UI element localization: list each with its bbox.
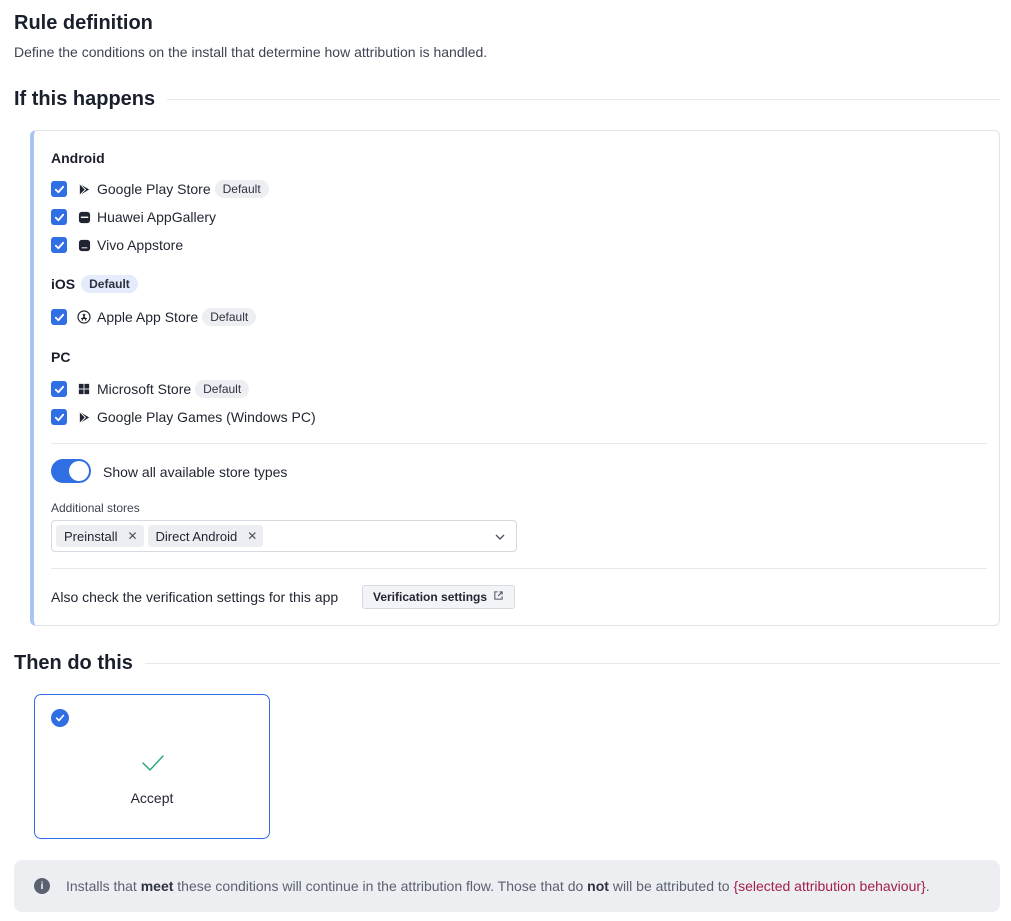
store-row-google-play: Google Play Store Default — [51, 179, 269, 199]
conditions-card: Android Google Play Store Default Huawei… — [30, 130, 1000, 626]
store-label: Apple App Store — [97, 309, 199, 325]
vivo-icon — [77, 238, 91, 252]
store-label: Huawei AppGallery — [97, 209, 217, 225]
accept-check-icon — [141, 753, 165, 778]
ios-group-title: iOS Default — [51, 275, 138, 293]
remove-chip-icon[interactable]: ✕ — [127, 529, 137, 543]
pc-group-title: PC — [51, 349, 71, 365]
divider — [51, 443, 987, 444]
accept-label: Accept — [130, 790, 174, 806]
accept-action-card[interactable]: Accept — [34, 694, 270, 839]
chip-preinstall: Preinstall ✕ — [56, 525, 144, 547]
if-section-title: If this happens — [14, 88, 156, 110]
default-badge: Default — [202, 308, 257, 326]
verification-text: Also check the verification settings for… — [51, 589, 339, 605]
selected-check-icon — [51, 709, 69, 727]
store-label: Microsoft Store — [97, 381, 192, 397]
info-icon: i — [34, 878, 50, 894]
android-group-title: Android — [51, 150, 105, 166]
app-store-icon — [77, 310, 91, 324]
remove-chip-icon[interactable]: ✕ — [247, 529, 257, 543]
if-section-heading: If this happens — [14, 88, 1000, 111]
checkbox[interactable] — [51, 209, 67, 225]
info-text: Installs that meet these conditions will… — [66, 878, 930, 894]
additional-stores-label: Additional stores — [51, 501, 140, 515]
checkbox[interactable] — [51, 237, 67, 253]
show-all-store-types-toggle[interactable] — [51, 459, 91, 483]
chip-direct-android: Direct Android ✕ — [147, 525, 264, 547]
default-badge: Default — [81, 275, 138, 293]
info-banner: i Installs that meet these conditions wi… — [14, 860, 1000, 912]
store-label: Vivo Appstore — [97, 237, 184, 253]
google-play-icon — [77, 182, 91, 196]
store-row-vivo: Vivo Appstore — [51, 235, 183, 255]
google-play-icon — [77, 410, 91, 424]
windows-icon — [77, 382, 91, 396]
store-row-huawei: Huawei AppGallery — [51, 207, 216, 227]
then-section-title: Then do this — [14, 652, 133, 674]
verification-settings-button[interactable]: Verification settings — [362, 585, 516, 609]
store-row-google-play-games: Google Play Games (Windows PC) — [51, 407, 316, 427]
checkbox[interactable] — [51, 409, 67, 425]
section-divider — [144, 663, 1000, 664]
store-row-microsoft: Microsoft Store Default — [51, 379, 250, 399]
divider — [51, 568, 987, 569]
external-link-icon — [493, 590, 504, 604]
store-label: Google Play Games (Windows PC) — [97, 409, 316, 425]
store-row-apple: Apple App Store Default — [51, 307, 257, 327]
chevron-down-icon[interactable] — [494, 530, 506, 548]
default-badge: Default — [214, 180, 269, 198]
checkbox[interactable] — [51, 181, 67, 197]
toggle-knob — [69, 461, 89, 481]
attribution-behaviour-placeholder: {selected attribution behaviour} — [733, 878, 926, 894]
store-label: Google Play Store — [97, 181, 211, 197]
page-title: Rule definition — [14, 12, 153, 34]
toggle-label: Show all available store types — [103, 464, 288, 480]
then-section-heading: Then do this — [14, 652, 1000, 675]
checkbox[interactable] — [51, 381, 67, 397]
section-divider — [167, 99, 1000, 100]
checkbox[interactable] — [51, 309, 67, 325]
default-badge: Default — [195, 380, 250, 398]
huawei-icon — [77, 210, 91, 224]
page-subtitle: Define the conditions on the install tha… — [14, 44, 488, 60]
additional-stores-select[interactable]: Preinstall ✕ Direct Android ✕ — [51, 520, 517, 552]
